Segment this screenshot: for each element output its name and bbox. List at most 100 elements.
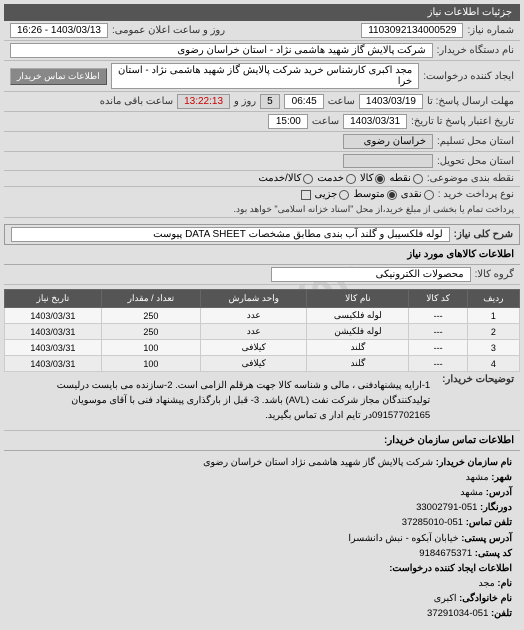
contact-block: نام سازمان خریدار: شرکت پالایش گاز شهید … [4, 451, 520, 626]
c-org-l: نام سازمان خریدار: [436, 457, 512, 468]
th-5: تاریخ نیاز [5, 290, 102, 308]
table-cell: 1403/03/31 [5, 324, 102, 340]
table-cell: --- [409, 356, 467, 372]
buyer-org-value: شرکت پالایش گاز شهید هاشمی نژاد - استان … [10, 43, 433, 58]
table-header-row: ردیف کد کالا نام کالا واحد شمارش تعداد /… [5, 290, 520, 308]
cod-label: نقطه بندی موضوعی: [427, 173, 514, 184]
contact-title: اطلاعات تماس سازمان خریدار: [4, 431, 520, 451]
header-bar: جزئیات اطلاعات نیاز [4, 4, 520, 21]
valid-label: تاریخ اعتبار پاسخ تا تاریخ: [411, 116, 514, 127]
req-no-value: 1103092134000529 [361, 23, 463, 38]
table-cell: عدد [201, 324, 307, 340]
deadline-label: مهلت ارسال پاسخ: تا [427, 96, 514, 107]
announce-value: 1403/03/13 - 16:26 [10, 23, 108, 38]
valid-sat: ساعت [312, 116, 339, 127]
table-row: 1---لوله فلکیسیعدد2501403/03/31 [5, 308, 520, 324]
main-container: جزئیات اطلاعات نیاز شماره نیاز: 11030921… [0, 0, 524, 630]
c-post-l: کد پستی: [475, 548, 512, 559]
remain-time: 13:22:13 [177, 94, 230, 109]
buyer-notes-label: توضیحات خریدار: [442, 374, 514, 385]
deadline-time: 06:45 [284, 94, 324, 109]
pay-opt-2[interactable]: جزیی [315, 189, 350, 200]
remain-label: روز و [234, 96, 256, 107]
goods-group-label: گروه کالا: [475, 269, 514, 280]
valid-time: 15:00 [268, 114, 308, 129]
city-value: خراسان رضوی [343, 134, 433, 149]
th-2: نام کالا [307, 290, 409, 308]
remain-days: 5 [260, 94, 280, 109]
c-phone-v: 051-37291034 [427, 608, 488, 619]
desc-label: شرح کلی نیاز: [454, 229, 513, 240]
c-fam-v: اکبری [434, 593, 457, 604]
c-org-v: شرکت پالایش گاز شهید هاشمی نژاد استان خر… [203, 457, 433, 468]
city-label: استان محل تسلیم: [437, 136, 514, 147]
deadline-sat: ساعت [328, 96, 355, 107]
contact-button[interactable]: اطلاعات تماس خریدار [10, 68, 107, 85]
table-cell: گلند [307, 356, 409, 372]
c-fam-l: نام خانوادگی: [459, 593, 512, 604]
c-city-l: شهر: [491, 472, 512, 483]
valid-date: 1403/03/31 [343, 114, 407, 129]
goods-group-value: محصولات الکترونیکی [271, 267, 471, 282]
c-tel-v: 051-33002791 [416, 502, 477, 513]
cod-opt-2[interactable]: خدمت [317, 173, 356, 184]
table-cell: 4 [467, 356, 519, 372]
items-table: ردیف کد کالا نام کالا واحد شمارش تعداد /… [4, 289, 520, 372]
table-cell: گلند [307, 340, 409, 356]
c-phone-l: تلفن: [491, 608, 512, 619]
announce-label: روز و ساعت اعلان عمومی: [112, 25, 225, 36]
table-cell: 100 [101, 340, 200, 356]
table-cell: 1403/03/31 [5, 340, 102, 356]
cod-opt-0[interactable]: نقطه [389, 173, 422, 184]
pay-opt-0[interactable]: نقدی [401, 189, 434, 200]
pay-opt-1[interactable]: متوسط [353, 189, 396, 200]
table-cell: --- [409, 340, 467, 356]
table-cell: --- [409, 324, 467, 340]
c-creator-title: اطلاعات ایجاد کننده درخواست: [12, 561, 512, 576]
c-post-v: 9184675371 [419, 548, 472, 559]
pay-note: پرداخت تمام یا بخشی از مبلغ خرید،از محل … [234, 204, 514, 215]
delivery-value [343, 154, 433, 168]
creator-label: ایجاد کننده درخواست: [423, 71, 514, 82]
cod-opt-1[interactable]: کالا [360, 173, 386, 184]
table-cell: 1 [467, 308, 519, 324]
table-cell: --- [409, 308, 467, 324]
buyer-notes-text: 1-ارایه پیشنهادفنی ، مالی و شناسه کالا ج… [10, 374, 438, 428]
c-tel-l: دورنگار: [480, 502, 512, 513]
table-cell: کیلافی [201, 340, 307, 356]
pay-check[interactable] [301, 190, 311, 200]
table-cell: 100 [101, 356, 200, 372]
table-cell: 1403/03/31 [5, 356, 102, 372]
th-1: کد کالا [409, 290, 467, 308]
delivery-label: استان محل تحویل: [437, 156, 514, 167]
table-cell: 2 [467, 324, 519, 340]
deadline-date: 1403/03/19 [359, 94, 423, 109]
table-row: 2---لوله فلکیشنعدد2501403/03/31 [5, 324, 520, 340]
header-title: جزئیات اطلاعات نیاز [428, 7, 512, 18]
c-addr-v: مشهد [460, 487, 483, 498]
th-0: ردیف [467, 290, 519, 308]
req-no-label: شماره نیاز: [467, 25, 514, 36]
table-cell: کیلافی [201, 356, 307, 372]
c-name-v: مجد [479, 578, 495, 589]
table-cell: 250 [101, 324, 200, 340]
creator-value: مجد اکبری کارشناس خرید شرکت پالایش گاز ش… [111, 63, 420, 89]
desc-text: لوله فلکسیبل و گلند آب بندی مطابق مشخصات… [11, 227, 450, 242]
remain-suffix: ساعت باقی مانده [100, 96, 173, 107]
c-name-l: نام: [497, 578, 512, 589]
goods-title: اطلاعات کالاهای مورد نیاز [4, 245, 520, 265]
table-cell: لوله فلکیشن [307, 324, 409, 340]
th-3: واحد شمارش [201, 290, 307, 308]
c-addr2-v: خیابان آبکوه - نبش دانشسرا [348, 533, 458, 544]
table-cell: 250 [101, 308, 200, 324]
th-4: تعداد / مقدار [101, 290, 200, 308]
c-fax-l: تلفن تماس: [466, 517, 512, 528]
table-row: 3---گلندکیلافی1001403/03/31 [5, 340, 520, 356]
table-cell: لوله فلکیسی [307, 308, 409, 324]
cod-opt-3[interactable]: کالا/خدمت [258, 173, 313, 184]
buyer-org-label: نام دستگاه خریدار: [437, 45, 514, 56]
c-addr2-l: آدرس پستی: [461, 533, 512, 544]
table-cell: 3 [467, 340, 519, 356]
table-row: 4---گلندکیلافی1001403/03/31 [5, 356, 520, 372]
pay-label: نوع پرداخت خرید : [438, 189, 514, 200]
